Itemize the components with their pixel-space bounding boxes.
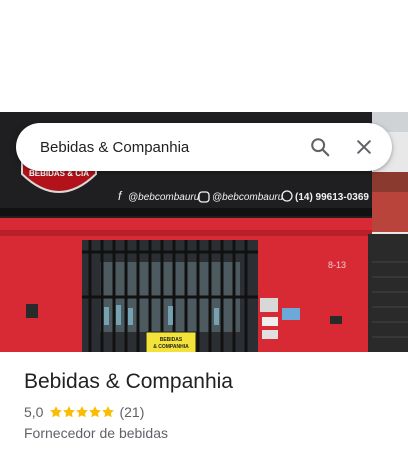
- banner-line1: BEBIDAS: [160, 337, 183, 343]
- rating-stars: [49, 405, 115, 419]
- place-name: Bebidas & Companhia: [24, 370, 233, 393]
- star-icon: [102, 406, 115, 418]
- close-button[interactable]: [342, 123, 386, 171]
- close-icon: [357, 140, 371, 154]
- search-icon: [311, 138, 330, 157]
- sign-facebook: @bebcombauru: [128, 192, 200, 203]
- star-icon: [76, 406, 89, 418]
- sign-phone: (14) 99613-0369: [295, 192, 369, 203]
- place-category: Fornecedor de bebidas: [24, 425, 168, 441]
- star-icon: [89, 406, 102, 418]
- search-bar[interactable]: Bebidas & Companhia: [16, 123, 392, 171]
- wall-poster: [260, 298, 278, 312]
- search-button[interactable]: [298, 123, 342, 171]
- rating-row[interactable]: 5,0 (21): [24, 403, 394, 421]
- house-number: 8-13: [328, 260, 346, 270]
- search-query[interactable]: Bebidas & Companhia: [40, 139, 298, 156]
- star-icon: [63, 406, 76, 418]
- banner-line2: & COMPANHIA: [153, 344, 189, 350]
- rating-value: 5,0: [24, 404, 44, 420]
- sign-instagram: @bebcombauru: [212, 192, 284, 203]
- place-info[interactable]: Bebidas & Companhia 5,0 (21) Fornecedor …: [24, 368, 394, 441]
- star-icon: [50, 406, 63, 418]
- review-count: (21): [119, 404, 145, 420]
- wall-sign: [26, 304, 38, 318]
